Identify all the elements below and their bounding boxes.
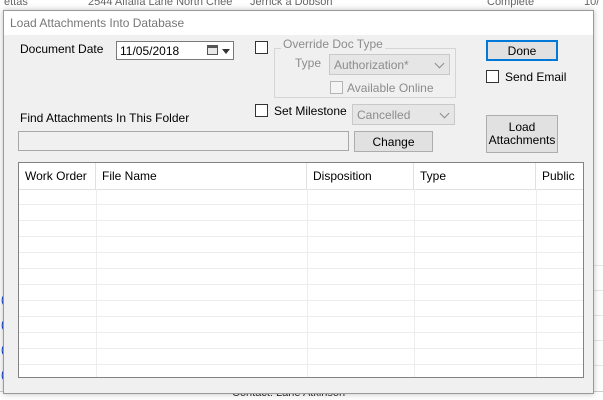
empty-row [19, 333, 583, 349]
available-online-checkbox[interactable] [330, 81, 343, 94]
type-label: Type [295, 56, 322, 70]
empty-row [19, 221, 583, 237]
bg-cell: ettas [4, 0, 28, 8]
folder-path-field[interactable] [18, 131, 349, 151]
document-date-label: Document Date [20, 42, 104, 56]
done-button-label: Done [507, 44, 537, 58]
milestone-value: Cancelled [357, 108, 411, 122]
column-header-disposition[interactable]: Disposition [307, 163, 414, 189]
empty-row [19, 189, 583, 205]
send-email-checkbox[interactable] [486, 70, 499, 83]
grid-header: Work Order File Name Disposition Type Pu… [19, 163, 583, 190]
column-header-file-name[interactable]: File Name [96, 163, 307, 189]
override-doc-type-checkbox[interactable] [255, 41, 268, 54]
empty-row [19, 349, 583, 365]
chevron-down-icon [439, 108, 450, 119]
bg-cell: 10/ [584, 0, 600, 8]
attachments-grid[interactable]: Work Order File Name Disposition Type Pu… [18, 162, 584, 378]
empty-row [19, 317, 583, 333]
send-email-label: Send Email [505, 70, 567, 84]
dialog-title: Load Attachments Into Database [10, 16, 185, 30]
empty-row [19, 365, 583, 377]
calendar-icon[interactable] [207, 45, 218, 55]
bg-cell: Complete [487, 0, 535, 8]
override-doc-type-legend: Override Doc Type [281, 37, 385, 51]
load-attachments-label-line2: Attachments [488, 133, 556, 147]
chevron-down-icon [434, 58, 445, 69]
load-attachments-button[interactable]: Load Attachments [486, 115, 558, 153]
bg-cell: Jerrick a Dobson [250, 0, 333, 8]
find-folder-label: Find Attachments In This Folder [20, 111, 190, 125]
document-date-picker[interactable]: 11/05/2018 [116, 41, 234, 60]
document-date-value: 11/05/2018 [120, 44, 180, 58]
available-online-label: Available Online [347, 81, 434, 95]
set-milestone-checkbox[interactable] [255, 104, 268, 117]
change-folder-button[interactable]: Change [354, 131, 433, 152]
empty-row [19, 301, 583, 317]
bg-cell: 2544 Alfalfa Lane North Chee [88, 0, 233, 8]
column-header-type[interactable]: Type [414, 163, 536, 189]
grid-body [19, 189, 583, 377]
empty-row [19, 269, 583, 285]
column-header-public[interactable]: Public [536, 163, 583, 189]
load-attachments-dialog: Load Attachments Into Database Document … [3, 10, 594, 394]
empty-row [19, 285, 583, 301]
empty-row [19, 205, 583, 221]
chevron-down-icon[interactable] [222, 49, 230, 54]
doc-type-select[interactable]: Authorization* [329, 54, 450, 75]
column-header-work-order[interactable]: Work Order [19, 163, 96, 189]
doc-type-value: Authorization* [334, 58, 409, 72]
set-milestone-label: Set Milestone [274, 104, 347, 118]
empty-row [19, 237, 583, 253]
change-button-label: Change [372, 135, 415, 149]
load-attachments-label-line1: Load [508, 120, 536, 134]
dialog-titlebar[interactable]: Load Attachments Into Database [4, 11, 593, 35]
empty-row [19, 253, 583, 269]
milestone-select[interactable]: Cancelled [352, 104, 455, 125]
done-button[interactable]: Done [486, 40, 558, 61]
